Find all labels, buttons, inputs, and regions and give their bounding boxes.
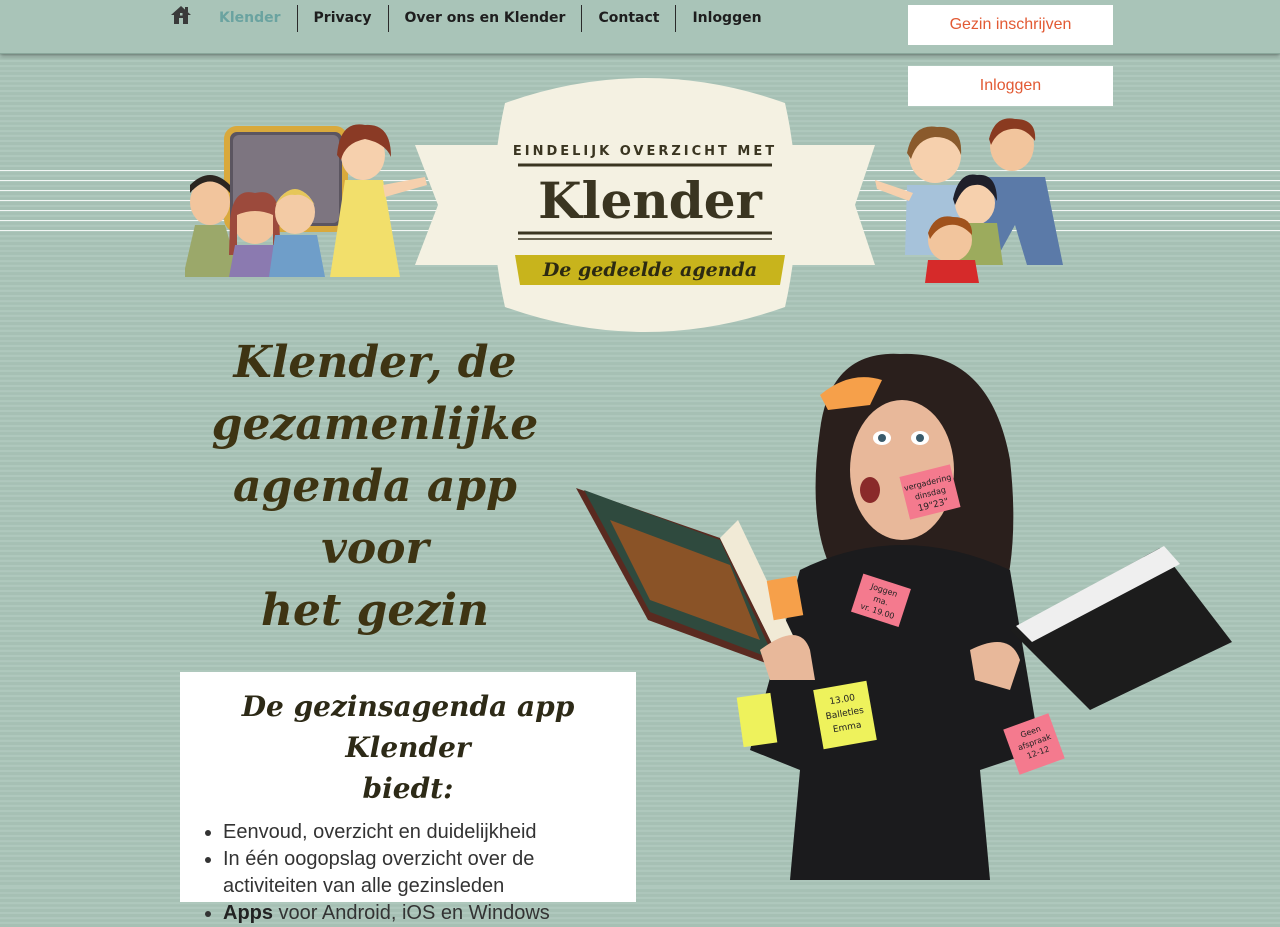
hero-title-line: gezamenlijke: [211, 399, 539, 450]
nav-item-privacy[interactable]: Privacy: [296, 5, 388, 32]
nav-item-contact[interactable]: Contact: [581, 5, 675, 32]
features-list: Eenvoud, overzicht en duidelijkheid In é…: [202, 819, 614, 927]
apps-label: Apps: [223, 902, 273, 924]
nav-item-klender[interactable]: Klender: [203, 5, 297, 32]
register-family-button[interactable]: Gezin inschrijven: [908, 5, 1113, 45]
woman-with-agendas-photo: vergadering dinsdag 19"23" Joggen ma. vr…: [576, 353, 1232, 880]
hero-title-line: agenda app voor: [233, 461, 517, 574]
features-card-title-line: biedt:: [362, 772, 454, 805]
apps-platforms: voor Android, iOS en Windows: [273, 902, 550, 924]
hero-title-line: Klender, de: [233, 337, 517, 388]
list-item: Eenvoud, overzicht en duidelijkheid: [223, 819, 614, 846]
hero-title-line: het gezin: [260, 585, 490, 636]
main-nav: Klender Privacy Over ons en Klender Cont…: [203, 5, 778, 32]
list-item: Apps voor Android, iOS en Windows: [223, 900, 614, 927]
features-card-title-line: De gezinsagenda app Klender: [241, 690, 575, 764]
nav-item-inloggen[interactable]: Inloggen: [675, 5, 777, 32]
klender-logo-banner: EINDELIJK OVERZICHT MET Klender De gedee…: [415, 78, 875, 332]
family-illustration-right: [875, 118, 1063, 283]
logo-tagline: EINDELIJK OVERZICHT MET: [513, 144, 777, 159]
list-item: In één oogopslag overzicht over de activ…: [223, 846, 614, 900]
login-button[interactable]: Inloggen: [908, 66, 1113, 106]
nav-item-over-ons[interactable]: Over ons en Klender: [387, 5, 582, 32]
home-icon[interactable]: [170, 4, 192, 26]
hero-title: Klender, de gezamenlijke agenda app voor…: [190, 332, 560, 642]
features-card: De gezinsagenda app Klender biedt: Eenvo…: [180, 672, 636, 924]
family-illustration-left: [185, 124, 427, 277]
logo-wordmark: Klender: [538, 171, 762, 230]
logo-subtitle: De gedeelde agenda: [542, 259, 757, 281]
features-card-title: De gezinsagenda app Klender biedt:: [202, 686, 614, 809]
